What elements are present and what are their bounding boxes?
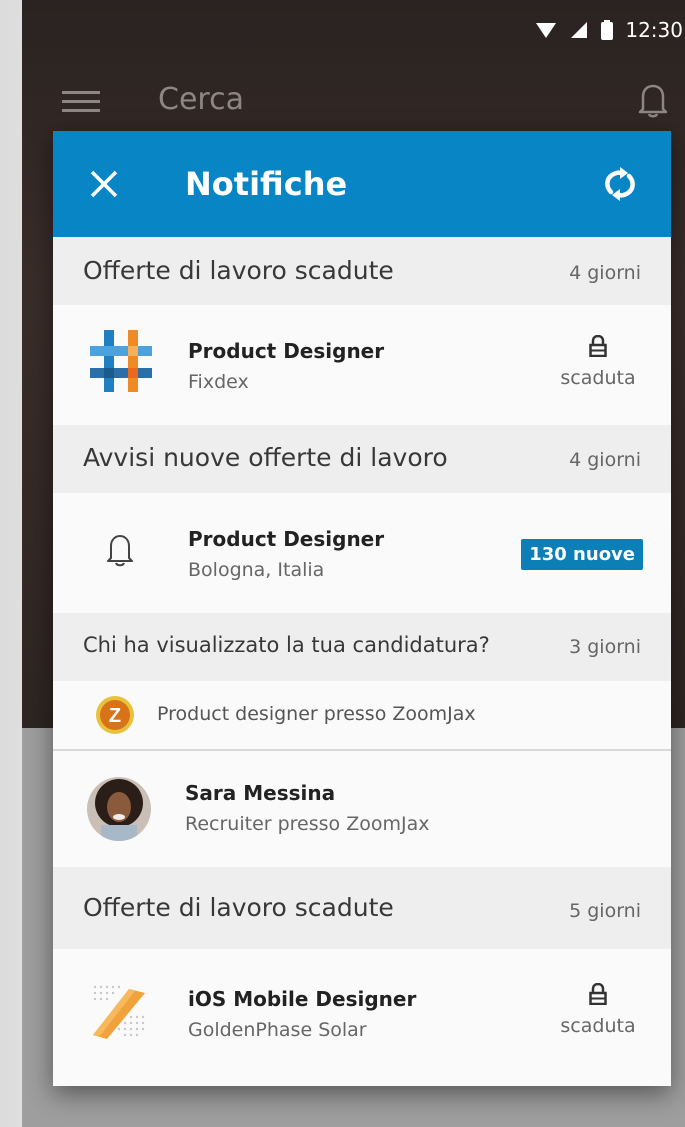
notification-item-sara-messina[interactable]: Sara Messina Recruiter presso ZoomJax [53, 751, 671, 867]
refresh-icon[interactable] [603, 165, 637, 203]
search-field[interactable]: Cerca [158, 82, 244, 117]
section-label: Offerte di lavoro scadute [83, 893, 394, 922]
status-label: scaduta [560, 1015, 636, 1037]
section-header-expired-jobs: Offerte di lavoro scadute 5 giorni [53, 867, 671, 949]
section-age: 5 giorni [569, 900, 641, 922]
notification-item-job-alert[interactable]: Product Designer Bologna, Italia 130 nuo… [53, 493, 671, 613]
panel-title: Notifiche [185, 165, 348, 203]
wifi-icon [536, 23, 557, 38]
cell-signal-icon [571, 22, 588, 38]
section-label: Avvisi nuove offerte di lavoro [83, 443, 448, 472]
section-header-profile-viewers: Chi ha visualizzato la tua candidatura? … [53, 613, 671, 681]
section-age: 4 giorni [569, 449, 641, 471]
expired-status: scaduta [553, 334, 643, 389]
section-header-job-alerts: Avvisi nuove offerte di lavoro 4 giorni [53, 425, 671, 493]
hamburger-menu-icon[interactable] [62, 90, 100, 114]
expired-status: scaduta [553, 982, 643, 1037]
notification-item-fixdex[interactable]: Product Designer Fixdex scaduta [53, 305, 671, 425]
panel-header: Notifiche [53, 131, 671, 237]
job-title: iOS Mobile Designer [188, 987, 417, 1011]
person-title: Recruiter presso ZoomJax [185, 813, 430, 835]
section-age: 4 giorni [569, 262, 641, 284]
bell-icon [107, 535, 133, 567]
app-bar: Cerca [22, 70, 685, 130]
zoomjax-logo: Z [96, 696, 134, 734]
zoomjax-logo-letter: Z [109, 705, 121, 727]
company-name: GoldenPhase Solar [188, 1019, 367, 1041]
application-context-text: Product designer presso ZoomJax [157, 703, 476, 725]
section-label: Offerte di lavoro scadute [83, 256, 394, 285]
application-context[interactable]: Z Product designer presso ZoomJax [53, 681, 671, 749]
avatar[interactable] [87, 777, 151, 841]
status-bar: 12:30 [22, 0, 685, 60]
goldenphase-logo [93, 985, 145, 1039]
job-title: Product Designer [188, 527, 385, 551]
notifications-panel: Notifiche Offerte di lavoro scadute 4 gi… [53, 131, 671, 1086]
phone-screen: 12:30 Cerca Notifiche Offerte di lavoro … [22, 0, 685, 1127]
location: Bologna, Italia [188, 559, 325, 581]
notification-item-goldenphase[interactable]: iOS Mobile Designer GoldenPhase Solar sc… [53, 949, 671, 1086]
new-jobs-badge[interactable]: 130 nuove [521, 539, 643, 570]
job-title: Product Designer [188, 339, 385, 363]
bell-icon[interactable] [637, 82, 669, 118]
person-name: Sara Messina [185, 781, 336, 805]
company-name: Fixdex [188, 371, 249, 393]
section-age: 3 giorni [569, 636, 641, 658]
lock-icon [589, 982, 607, 1006]
status-label: scaduta [560, 367, 636, 389]
close-icon[interactable] [89, 169, 119, 199]
section-header-expired-jobs: Offerte di lavoro scadute 4 giorni [53, 237, 671, 305]
battery-icon [601, 20, 614, 40]
lock-icon [589, 334, 607, 358]
section-label: Chi ha visualizzato la tua candidatura? [83, 633, 490, 657]
status-time: 12:30 [625, 18, 683, 42]
fixdex-logo [90, 330, 152, 392]
